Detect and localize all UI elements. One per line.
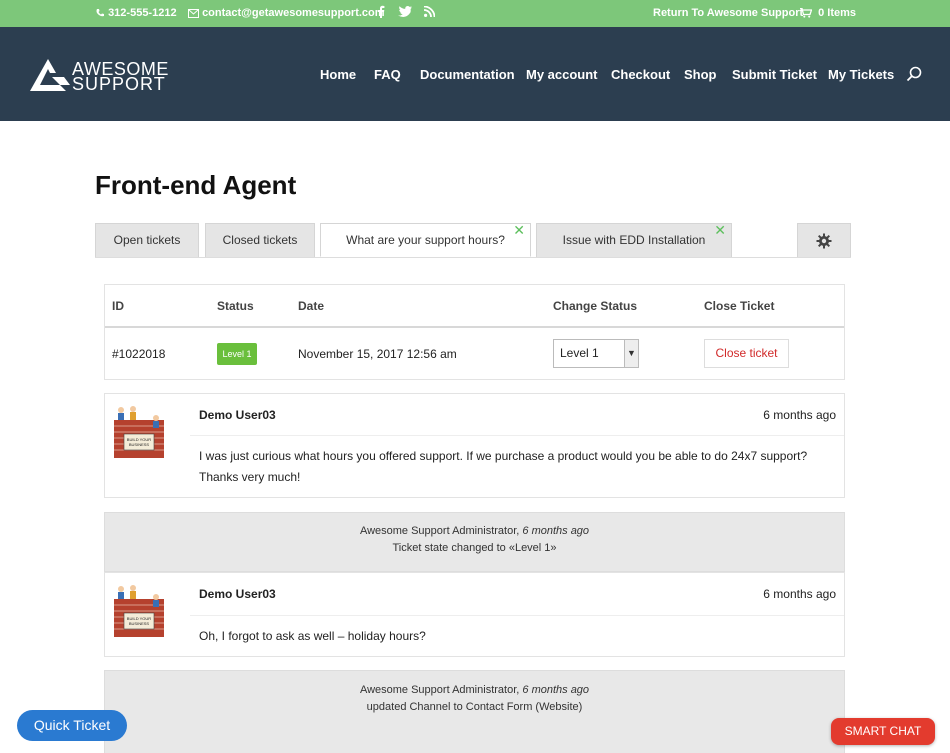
tab-label: Issue with EDD Installation bbox=[562, 233, 706, 247]
status-event: Awesome Support Administrator, 6 months … bbox=[104, 512, 845, 572]
close-ticket-button[interactable]: Close ticket bbox=[704, 339, 789, 368]
email-address: contact@getawesomesupport.com bbox=[202, 7, 385, 19]
avatar: BUILD YOUR BUSINESS bbox=[110, 404, 168, 462]
tab-label: Open tickets bbox=[113, 233, 181, 247]
logo-mark-icon bbox=[30, 59, 70, 91]
col-close-ticket: Close Ticket bbox=[704, 299, 775, 313]
tab-label: What are your support hours? bbox=[346, 233, 505, 247]
avatar: BUILD YOUR BUSINESS bbox=[110, 583, 168, 641]
tab-closed-tickets[interactable]: Closed tickets bbox=[205, 223, 315, 257]
col-status: Status bbox=[217, 299, 254, 313]
col-date: Date bbox=[298, 299, 325, 313]
site-header: AWESOME SUPPORT Home FAQ Documentation M… bbox=[0, 27, 950, 121]
message-time: 6 months ago bbox=[763, 587, 836, 601]
phone-icon bbox=[96, 9, 104, 17]
reply-message: BUILD YOUR BUSINESS Demo User03 6 months… bbox=[104, 572, 845, 657]
col-id: ID bbox=[112, 299, 124, 313]
cart-count: 0 Items bbox=[818, 7, 857, 19]
table-header: ID Status Date Change Status Close Ticke… bbox=[105, 285, 844, 328]
tab-open-tickets[interactable]: Open tickets bbox=[95, 223, 199, 257]
change-status-select[interactable]: Level 1 ▼ bbox=[553, 339, 639, 368]
top-bar: 312-555-1212 contact@getawesomesupport.c… bbox=[0, 0, 950, 27]
nav-my-account[interactable]: My account bbox=[526, 67, 598, 82]
divider bbox=[190, 435, 844, 436]
nav-submit-ticket[interactable]: Submit Ticket bbox=[732, 67, 817, 82]
status-badge: Level 1 bbox=[217, 343, 257, 365]
status-event: Awesome Support Administrator, 6 months … bbox=[104, 670, 845, 753]
svg-text:BUSINESS: BUSINESS bbox=[129, 621, 150, 626]
nav-documentation[interactable]: Documentation bbox=[420, 67, 515, 82]
tab-support-hours[interactable]: What are your support hours? ✕ bbox=[320, 223, 531, 257]
event-meta: Awesome Support Administrator, 6 months … bbox=[105, 684, 844, 696]
ticket-summary-table: ID Status Date Change Status Close Ticke… bbox=[104, 284, 845, 380]
site-logo[interactable]: AWESOME SUPPORT bbox=[30, 57, 168, 97]
phone-number: 312-555-1212 bbox=[108, 7, 177, 19]
close-tab-icon[interactable]: ✕ bbox=[714, 223, 726, 237]
gear-icon bbox=[816, 233, 832, 249]
event-time: 6 months ago bbox=[522, 684, 590, 696]
event-actor: Awesome Support Administrator, bbox=[359, 525, 520, 537]
event-text: Ticket state changed to «Level 1» bbox=[392, 542, 557, 554]
tab-label: Closed tickets bbox=[222, 233, 298, 247]
selected-status: Level 1 bbox=[560, 346, 599, 360]
reply-message: BUILD YOUR BUSINESS Demo User03 6 months… bbox=[104, 393, 845, 498]
envelope-icon bbox=[188, 9, 199, 18]
nav-shop[interactable]: Shop bbox=[684, 67, 717, 82]
return-link[interactable]: Return To Awesome Support bbox=[653, 7, 803, 19]
message-body: Oh, I forgot to ask as well – holiday ho… bbox=[199, 629, 426, 643]
event-time: 6 months ago bbox=[522, 525, 590, 537]
phone-contact[interactable]: 312-555-1212 bbox=[95, 7, 177, 19]
svg-text:BUSINESS: BUSINESS bbox=[129, 442, 150, 447]
logo-line-2: SUPPORT bbox=[72, 74, 166, 94]
tab-divider bbox=[95, 257, 851, 258]
facebook-icon[interactable] bbox=[377, 5, 385, 19]
ticket-date: November 15, 2017 12:56 am bbox=[298, 347, 457, 361]
search-icon[interactable] bbox=[906, 66, 922, 87]
cart-icon bbox=[800, 7, 813, 18]
message-body: I was just curious what hours you offere… bbox=[199, 449, 808, 484]
divider bbox=[190, 615, 844, 616]
close-tab-icon[interactable]: ✕ bbox=[513, 223, 525, 237]
event-meta: Awesome Support Administrator, 6 months … bbox=[105, 525, 844, 537]
ticket-id: #1022018 bbox=[112, 347, 166, 361]
cart-link[interactable]: 0 Items bbox=[800, 7, 856, 19]
chevron-down-icon: ▼ bbox=[624, 340, 638, 367]
settings-tab[interactable] bbox=[797, 223, 851, 257]
twitter-icon[interactable] bbox=[398, 6, 412, 18]
tab-edd-installation[interactable]: Issue with EDD Installation ✕ bbox=[536, 223, 732, 257]
message-author: Demo User03 bbox=[199, 408, 276, 422]
event-text: updated Channel to Contact Form (Website… bbox=[366, 701, 583, 713]
nav-faq[interactable]: FAQ bbox=[374, 67, 401, 82]
message-time: 6 months ago bbox=[763, 408, 836, 422]
quick-ticket-button[interactable]: Quick Ticket bbox=[17, 710, 127, 741]
rss-icon[interactable] bbox=[423, 5, 436, 18]
event-actor: Awesome Support Administrator, bbox=[359, 684, 520, 696]
page-title: Front-end Agent bbox=[95, 170, 297, 200]
message-author: Demo User03 bbox=[199, 587, 276, 601]
smart-chat-button[interactable]: SMART CHAT bbox=[831, 718, 935, 745]
nav-home[interactable]: Home bbox=[320, 67, 356, 82]
nav-my-tickets[interactable]: My Tickets bbox=[828, 67, 894, 82]
email-contact[interactable]: contact@getawesomesupport.com bbox=[188, 7, 385, 19]
col-change-status: Change Status bbox=[553, 299, 638, 313]
nav-checkout[interactable]: Checkout bbox=[611, 67, 670, 82]
